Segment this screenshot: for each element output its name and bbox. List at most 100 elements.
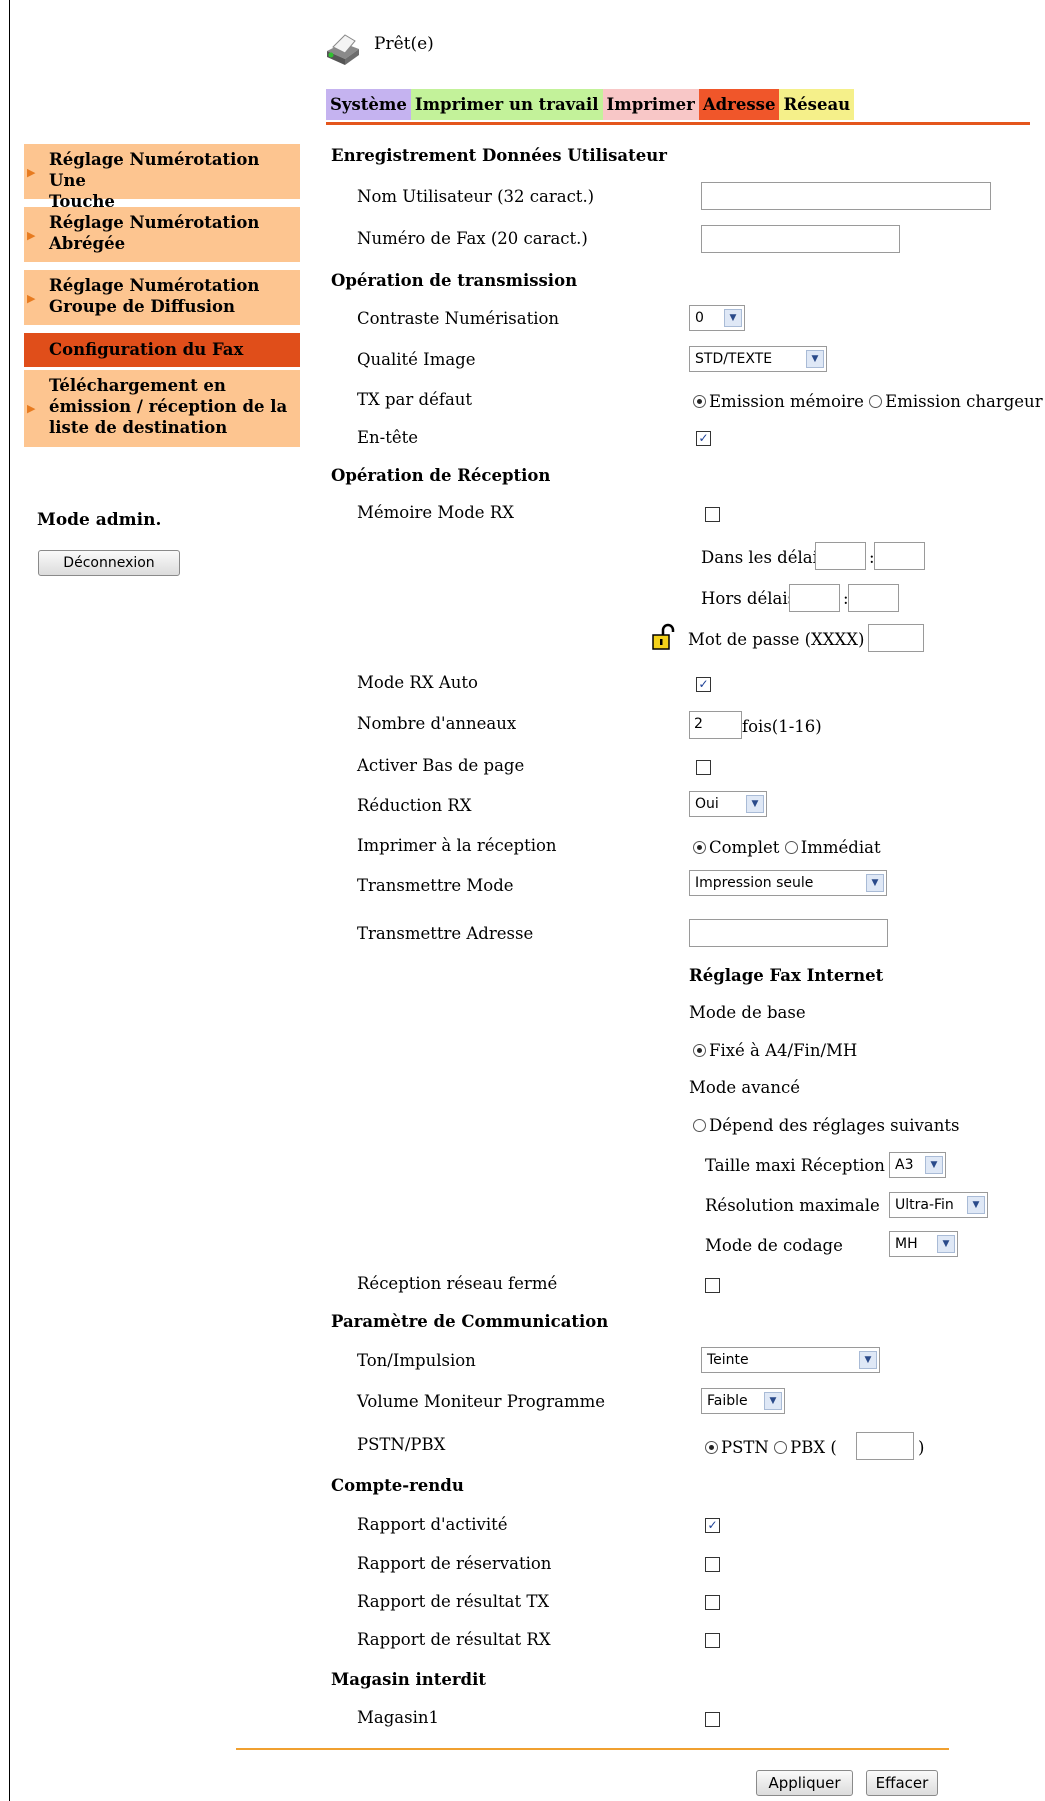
advanced-mode-option: Dépend des réglages suivants [709, 1116, 960, 1135]
sidebar-item-speed-dial[interactable]: ▶ Réglage Numérotation Abrégée [24, 207, 300, 262]
tone-pulse-label: Ton/Impulsion [357, 1351, 476, 1370]
sidebar-item-group-dial[interactable]: ▶ Réglage Numérotation Groupe de Diffusi… [24, 270, 300, 325]
section-tray-restriction: Magasin interdit [331, 1670, 486, 1689]
memory-tx-radio[interactable]: Emission mémoire [693, 392, 864, 411]
rx-result-report-checkbox[interactable] [705, 1633, 720, 1648]
tray1-checkbox[interactable] [705, 1712, 720, 1727]
footer-label: Activer Bas de page [357, 756, 525, 775]
dropdown-arrow-icon: ▼ [859, 1351, 877, 1369]
basic-mode-label: Mode de base [689, 1003, 806, 1022]
tx-result-report-label: Rapport de résultat TX [357, 1592, 550, 1611]
dropdown-arrow-icon: ▼ [937, 1235, 955, 1253]
auto-rx-checkbox[interactable]: ✓ [696, 677, 711, 692]
sidebar-item-one-touch-dial[interactable]: ▶ Réglage Numérotation Une Touche [24, 144, 300, 211]
dropdown-arrow-icon: ▼ [866, 874, 884, 892]
within-start-input[interactable] [815, 542, 866, 570]
image-quality-value: STD/TEXTE [695, 351, 773, 367]
reservation-report-label: Rapport de réservation [357, 1554, 552, 1573]
section-user-data: Enregistrement Données Utilisateur [331, 146, 667, 165]
sidebar-item-destination-list[interactable]: ▶ Téléchargement en émission / réception… [24, 370, 300, 447]
print-at-rx-radios: Complet Immédiat [693, 838, 881, 857]
dropdown-arrow-icon: ▼ [764, 1392, 782, 1410]
tray1-label: Magasin1 [357, 1708, 440, 1727]
immediate-radio[interactable]: Immédiat [784, 838, 881, 857]
activity-report-label: Rapport d'activité [357, 1515, 508, 1534]
rings-input[interactable]: 2 [689, 711, 742, 739]
footer-checkbox[interactable] [696, 760, 711, 775]
outside-start-input[interactable] [789, 584, 840, 612]
tab-address[interactable]: Adresse [698, 89, 780, 120]
rx-reduction-select[interactable]: Oui ▼ [689, 791, 767, 817]
pbx-prefix-input[interactable] [856, 1432, 914, 1460]
fax-number-input[interactable] [701, 225, 900, 253]
within-time-label: Dans les délais [701, 548, 827, 567]
tab-bar: Système Imprimer un travail Imprimer Adr… [326, 89, 855, 120]
pstn-pbx-radios: PSTN PBX ( [705, 1438, 837, 1457]
complete-label: Complet [709, 838, 780, 857]
section-communication: Paramètre de Communication [331, 1312, 609, 1331]
max-resolution-select[interactable]: Ultra-Fin ▼ [889, 1192, 988, 1218]
closed-network-checkbox[interactable] [705, 1278, 720, 1293]
section-report: Compte-rendu [331, 1476, 464, 1495]
password-input[interactable] [868, 624, 924, 652]
printer-status-icon [327, 34, 359, 65]
advanced-mode-radio[interactable]: Dépend des réglages suivants [693, 1116, 959, 1135]
scan-contrast-value: 0 [695, 310, 704, 326]
padlock-icon [652, 623, 675, 650]
header-checkbox[interactable]: ✓ [696, 431, 711, 446]
memory-tx-label: Emission mémoire [709, 392, 864, 411]
basic-mode-radio[interactable]: Fixé à A4/Fin/MH [693, 1041, 857, 1060]
closed-network-label: Réception réseau fermé [357, 1274, 558, 1293]
sidebar-item-fax-config[interactable]: Configuration du Fax [24, 333, 300, 367]
pbx-radio[interactable]: PBX ( [774, 1438, 837, 1457]
max-size-label: Taille maxi Réception [705, 1156, 885, 1175]
max-resolution-value: Ultra-Fin [895, 1197, 954, 1213]
immediate-label: Immédiat [800, 838, 881, 857]
dropdown-arrow-icon: ▼ [806, 350, 824, 368]
dropdown-arrow-icon: ▼ [925, 1156, 943, 1174]
complete-radio[interactable]: Complet [693, 838, 779, 857]
tab-system[interactable]: Système [326, 89, 411, 120]
tone-pulse-select[interactable]: Teinte ▼ [701, 1347, 880, 1373]
max-resolution-label: Résolution maximale [705, 1196, 880, 1215]
tab-print[interactable]: Imprimer [602, 89, 699, 120]
memory-rx-checkbox[interactable] [705, 507, 720, 522]
tab-network[interactable]: Réseau [779, 89, 855, 120]
activity-report-checkbox[interactable]: ✓ [705, 1518, 720, 1533]
header-label: En-tête [357, 428, 419, 447]
password-label: Mot de passe (XXXX) [688, 630, 865, 649]
status-text: Prêt(e) [374, 34, 434, 54]
forward-mode-select[interactable]: Impression seule ▼ [689, 870, 887, 896]
coding-mode-select[interactable]: MH ▼ [889, 1231, 958, 1257]
image-quality-label: Qualité Image [357, 350, 476, 369]
sidebar-item-label: émission / réception de la [49, 397, 288, 416]
forward-address-input[interactable] [689, 919, 888, 947]
radio-unselected-icon [774, 1441, 788, 1454]
feeder-tx-label: Emission chargeur [885, 392, 1043, 411]
scan-contrast-label: Contraste Numérisation [357, 309, 560, 328]
sidebar-item-label: Réglage Numérotation [49, 276, 260, 295]
memory-rx-label: Mémoire Mode RX [357, 503, 514, 522]
outside-end-input[interactable] [848, 584, 899, 612]
tab-print-job[interactable]: Imprimer un travail [410, 89, 603, 120]
image-quality-select[interactable]: STD/TEXTE ▼ [689, 346, 827, 372]
apply-button[interactable]: Appliquer [756, 1770, 853, 1796]
reservation-report-checkbox[interactable] [705, 1557, 720, 1572]
logout-button[interactable]: Déconnexion [38, 550, 180, 576]
feeder-tx-radio[interactable]: Emission chargeur [869, 392, 1043, 411]
user-name-input[interactable] [701, 182, 991, 210]
within-end-input[interactable] [874, 542, 925, 570]
scan-contrast-select[interactable]: 0 ▼ [689, 305, 745, 331]
pbx-close-paren: ) [918, 1438, 925, 1457]
clear-button[interactable]: Effacer [866, 1770, 938, 1796]
max-size-select[interactable]: A3 ▼ [889, 1152, 946, 1178]
auto-rx-label: Mode RX Auto [357, 673, 478, 692]
radio-selected-icon [705, 1441, 718, 1454]
monitor-volume-select[interactable]: Faible ▼ [701, 1388, 785, 1414]
coding-mode-label: Mode de codage [705, 1236, 843, 1255]
radio-selected-icon [693, 841, 706, 854]
radio-selected-icon [693, 1044, 706, 1057]
tx-result-report-checkbox[interactable] [705, 1595, 720, 1610]
pbx-option-label: PBX ( [790, 1438, 837, 1457]
pstn-radio[interactable]: PSTN [705, 1438, 769, 1457]
